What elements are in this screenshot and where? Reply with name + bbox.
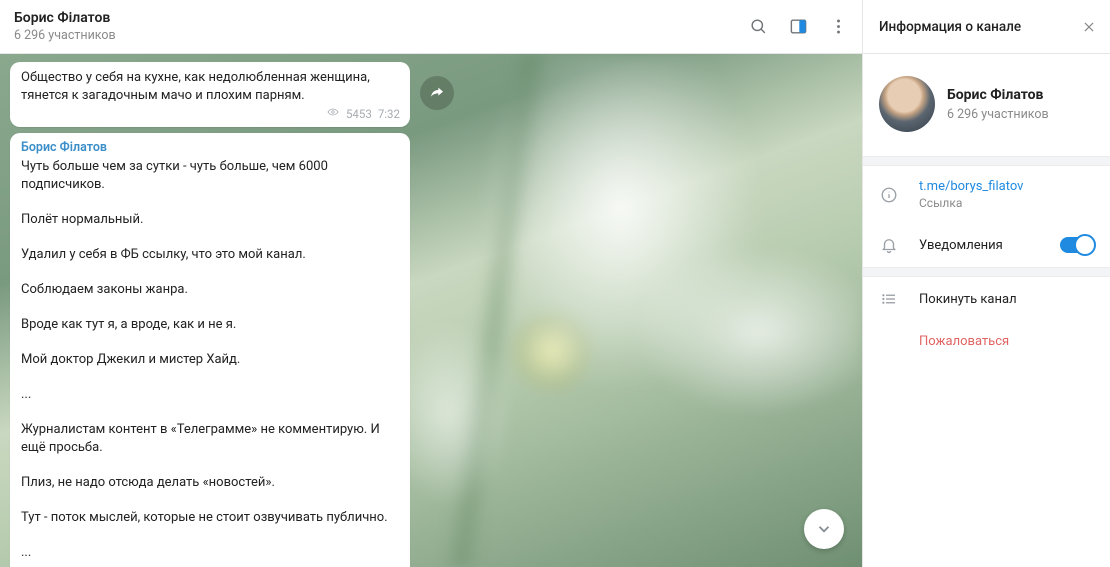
message-text: Общество у себя на кухне, как недолюблен…	[21, 69, 400, 104]
channel-title: Борис Філатов	[14, 10, 116, 26]
channel-subcount: 6 296 участников	[14, 28, 116, 43]
close-icon[interactable]	[1080, 18, 1098, 36]
divider	[863, 156, 1110, 166]
report-label: Пожаловаться	[919, 334, 1009, 349]
chat-area: Общество у себя на кухне, как недолюблен…	[0, 54, 862, 567]
chat-header: Борис Філатов 6 296 участников	[0, 0, 862, 54]
message-views: 5453	[346, 107, 372, 121]
more-menu-icon[interactable]	[828, 17, 848, 37]
channel-link-row[interactable]: t.me/borys_filatov Ссылка	[863, 166, 1110, 223]
channel-info-panel: Информация о канале Борис Філатов 6 296 …	[862, 0, 1110, 567]
profile-name: Борис Філатов	[947, 87, 1049, 103]
message-sender: Борис Філатов	[21, 140, 400, 155]
channel-link: t.me/borys_filatov	[919, 179, 1094, 194]
message-time: 7:32	[378, 107, 400, 121]
message-text: Чуть больше чем за сутки - чуть больше, …	[21, 158, 400, 567]
message-bubble[interactable]: Борис Філатов Чуть больше чем за сутки -…	[10, 133, 410, 567]
leave-channel-label: Покинуть канал	[919, 292, 1017, 307]
list-icon	[879, 290, 899, 308]
share-button[interactable]	[420, 76, 454, 110]
message-meta: 5453 7:32	[21, 106, 400, 121]
leave-channel-row[interactable]: Покинуть канал	[863, 277, 1110, 321]
notifications-toggle[interactable]	[1060, 237, 1094, 253]
profile-subcount: 6 296 участников	[947, 107, 1049, 122]
bell-icon	[879, 236, 899, 254]
panel-title: Информация о канале	[879, 19, 1021, 35]
channel-link-caption: Ссылка	[919, 196, 1094, 210]
sidepanel-toggle-icon[interactable]	[788, 17, 808, 37]
info-icon	[879, 186, 899, 204]
divider	[863, 267, 1110, 277]
avatar	[879, 76, 935, 132]
message-bubble[interactable]: Общество у себя на кухне, как недолюблен…	[10, 62, 410, 127]
report-channel-row[interactable]: Пожаловаться	[863, 321, 1110, 362]
channel-profile[interactable]: Борис Філатов 6 296 участников	[863, 54, 1110, 156]
chat-header-info[interactable]: Борис Філатов 6 296 участников	[14, 10, 116, 43]
views-icon	[326, 106, 340, 121]
search-icon[interactable]	[748, 17, 768, 37]
notifications-row: Уведомления	[863, 223, 1110, 267]
notifications-label: Уведомления	[919, 238, 1040, 253]
scroll-to-bottom-button[interactable]	[804, 509, 844, 549]
